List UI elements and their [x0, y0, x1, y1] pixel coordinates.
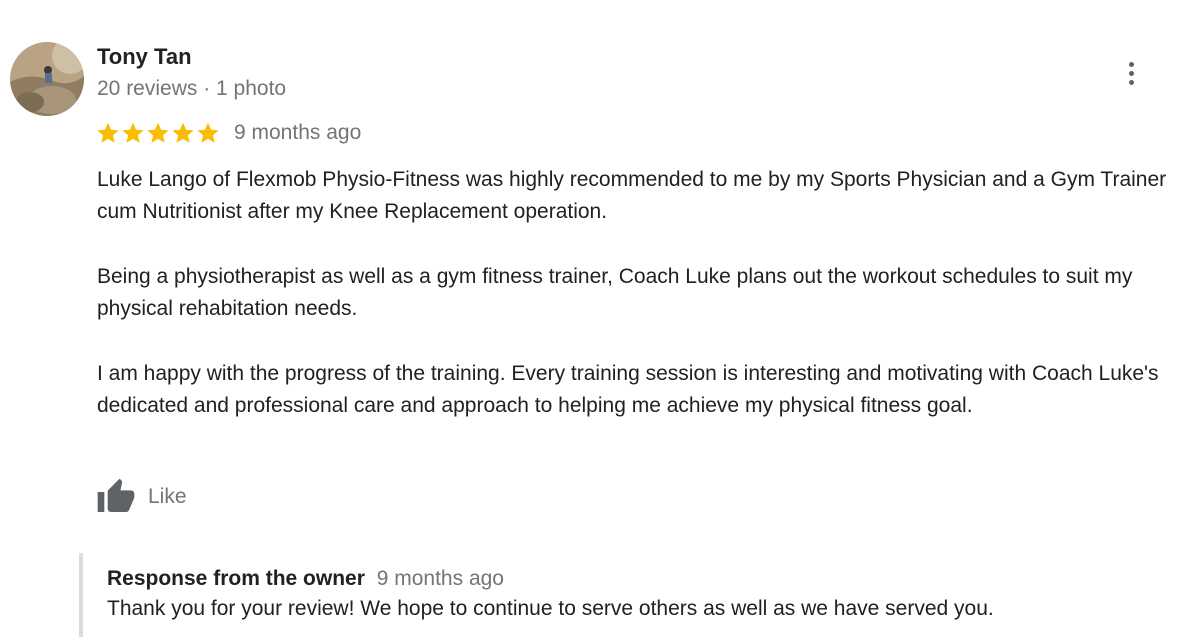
more-vert-icon — [1128, 61, 1134, 67]
star-icon — [172, 122, 194, 143]
reviewer-name[interactable]: Tony Tan — [97, 44, 192, 70]
avatar-photo — [10, 42, 84, 116]
more-options-button[interactable] — [1116, 56, 1146, 90]
review-text: Luke Lango of Flexmob Physio-Fitness was… — [97, 164, 1187, 422]
owner-response-header: Response from the owner 9 months ago — [107, 567, 1189, 591]
thumb-up-icon — [97, 478, 135, 512]
review-paragraph: Luke Lango of Flexmob Physio-Fitness was… — [97, 168, 1167, 223]
star-rating — [96, 121, 220, 145]
owner-response-text: Thank you for your review! We hope to co… — [107, 597, 994, 620]
review-age: 9 months ago — [234, 121, 362, 144]
star-icon — [97, 122, 119, 143]
star-icon — [122, 122, 144, 143]
avatar[interactable] — [10, 42, 84, 116]
like-button[interactable]: Like — [96, 476, 187, 518]
review-paragraph: I am happy with the progress of the trai… — [97, 362, 1159, 417]
review-paragraph: Being a physiotherapist as well as a gym… — [97, 265, 1133, 320]
owner-response: Response from the owner 9 months ago Tha… — [79, 553, 1189, 637]
star-icon — [147, 122, 169, 143]
owner-response-age: 9 months ago — [376, 567, 504, 590]
reviewer-meta[interactable]: 20 reviews · 1 photo — [97, 77, 286, 101]
like-label: Like — [148, 485, 187, 508]
rating-row: 9 months ago — [96, 118, 361, 148]
owner-response-title: Response from the owner — [107, 567, 365, 590]
star-icon — [197, 122, 219, 143]
